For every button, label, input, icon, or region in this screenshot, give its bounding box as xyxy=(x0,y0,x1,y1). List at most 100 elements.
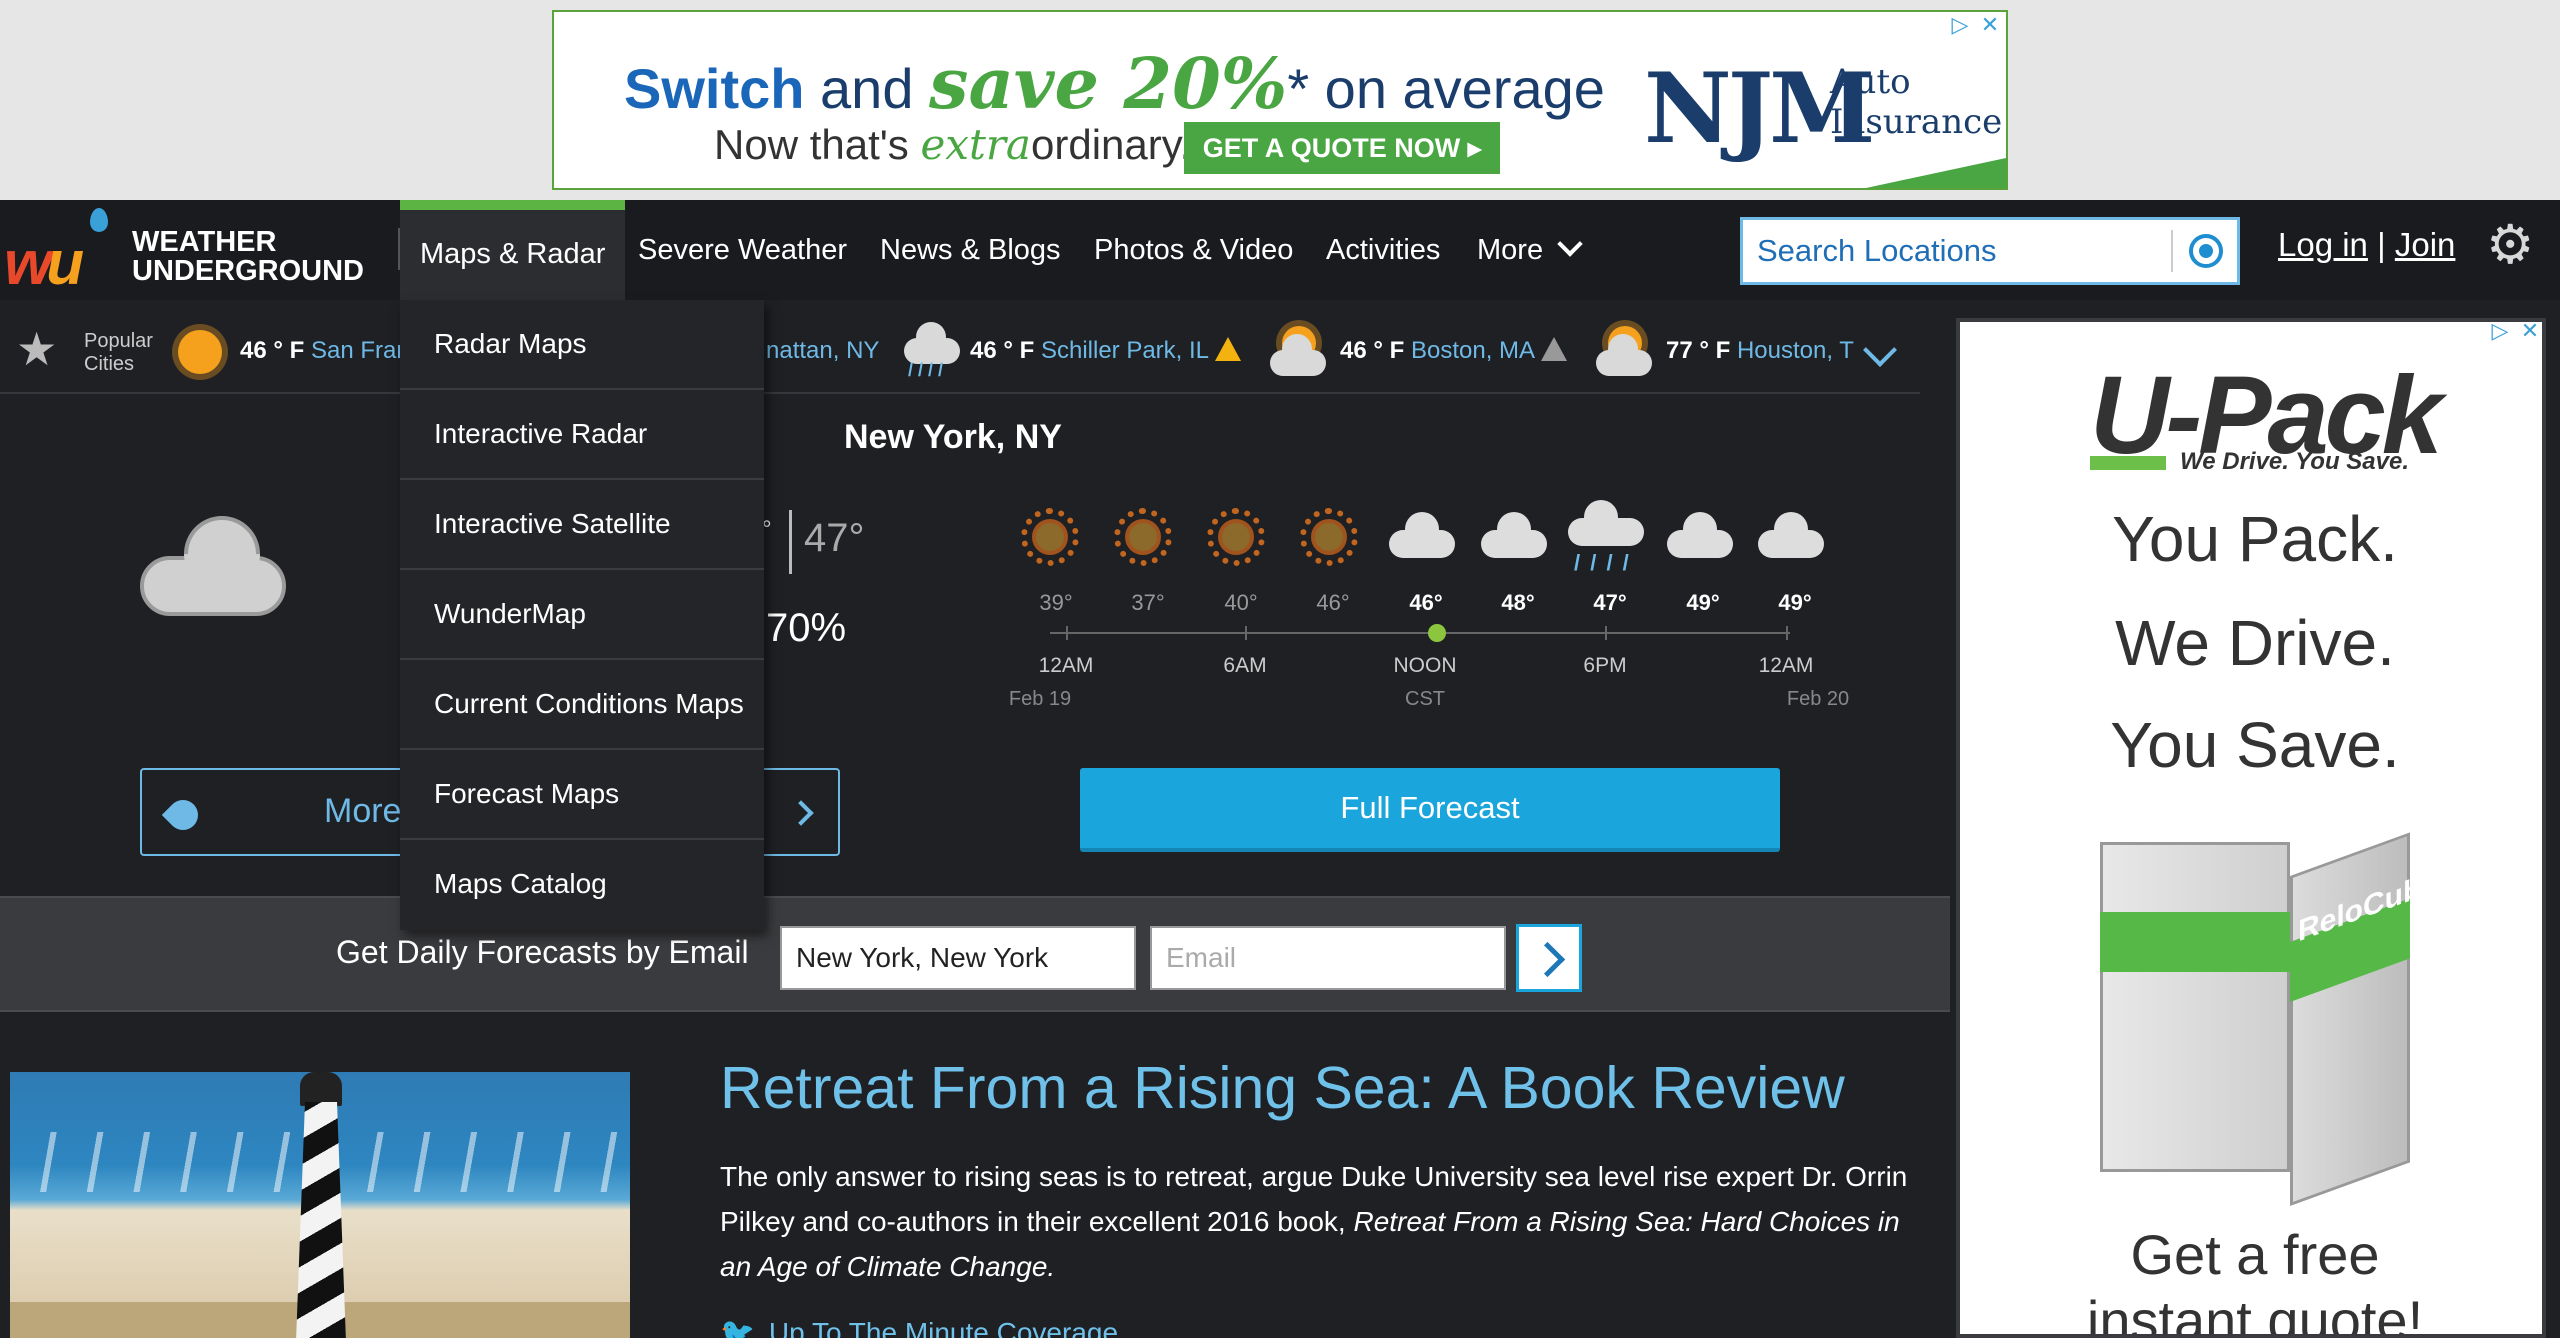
menu-item-maps-catalog[interactable]: Maps Catalog xyxy=(400,840,764,930)
hourly-rain-drops-icon: / / / / xyxy=(1574,550,1631,575)
hourly-sunny-icon xyxy=(1114,508,1172,566)
hourly-sunny-icon xyxy=(1021,508,1079,566)
partly-cloudy-cloud-icon-2 xyxy=(1596,334,1652,376)
relocube-image: ReloCube xyxy=(2100,802,2438,1206)
upack-line-3: You Save. xyxy=(2110,709,2400,781)
menu-item-interactive-radar[interactable]: Interactive Radar xyxy=(400,390,764,480)
city-schiller-park[interactable]: 46 ° F Schiller Park, IL xyxy=(970,336,1242,366)
nav-news-blogs[interactable]: News & Blogs xyxy=(880,200,1061,300)
menu-item-interactive-satellite[interactable]: Interactive Satellite xyxy=(400,480,764,570)
hourly-temp: 46° xyxy=(1409,590,1443,615)
hourly-time-label: 6PM xyxy=(1583,654,1627,677)
temp-divider xyxy=(789,510,792,574)
nav-more[interactable]: More xyxy=(1477,200,1583,300)
partly-cloudy-cloud-icon xyxy=(1270,334,1326,376)
cloudy-icon xyxy=(140,556,286,616)
timeline-tick xyxy=(1605,626,1607,640)
sunny-icon xyxy=(178,330,222,374)
hourly-sunny-icon xyxy=(1207,508,1265,566)
gear-icon[interactable]: ⚙ xyxy=(2486,218,2534,272)
hourly-temp: 47° xyxy=(1593,590,1627,615)
chevron-right-icon xyxy=(788,800,814,826)
ad-choices-icon[interactable]: ▷ xyxy=(2486,318,2514,344)
article-summary: The only answer to rising seas is to ret… xyxy=(720,1161,1908,1282)
hourly-temp: 37° xyxy=(1131,590,1165,615)
menu-item-current-conditions-maps[interactable]: Current Conditions Maps xyxy=(400,660,764,750)
search-divider xyxy=(2171,230,2173,272)
join-link[interactable]: Join xyxy=(2395,226,2456,263)
wu-logo-mark: wu xyxy=(4,229,84,298)
email-signup-bar: Get Daily Forecasts by Email xyxy=(0,896,1950,1012)
menu-item-forecast-maps[interactable]: Forecast Maps xyxy=(400,750,764,840)
chevron-down-icon xyxy=(1557,231,1583,257)
njm-logo-subtitle: Auto Insurance xyxy=(1830,62,2003,142)
upack-line-1: You Pack. xyxy=(2112,503,2398,575)
coverage-link[interactable]: 🐦 Up To The Minute Coverage xyxy=(720,1316,1118,1338)
droplet-icon xyxy=(161,793,205,837)
email-field[interactable] xyxy=(1150,926,1506,990)
twitter-bird-icon: 🐦 xyxy=(720,1317,755,1338)
wu-logo-text: WEATHER UNDERGROUND xyxy=(132,226,364,287)
upack-line-2: We Drive. xyxy=(2115,607,2395,679)
popular-cities-label: Popular Cities xyxy=(84,330,153,375)
maps-radar-dropdown: Radar Maps Interactive Radar Interactive… xyxy=(400,300,764,930)
lighthouse-top xyxy=(300,1072,342,1106)
hourly-temp: 48° xyxy=(1501,590,1535,615)
hourly-time-label: 12AM xyxy=(1758,654,1814,677)
hourly-tz-label: CST xyxy=(1405,688,1445,710)
search-input[interactable] xyxy=(1743,220,2173,282)
star-icon[interactable]: ★ xyxy=(16,326,57,372)
timeline-tick xyxy=(1786,626,1788,640)
timeline-tick xyxy=(1245,626,1247,640)
search-box xyxy=(1740,217,2240,285)
ad-corner-decoration xyxy=(1866,158,2006,188)
advisory-icon[interactable] xyxy=(1541,337,1568,361)
hourly-temp: 39° xyxy=(1039,590,1073,615)
wu-logo[interactable]: wu WEATHER UNDERGROUND xyxy=(4,208,364,298)
city-houston[interactable]: 77 ° F Houston, T xyxy=(1666,336,1860,366)
article-title[interactable]: Retreat From a Rising Sea: A Book Review xyxy=(720,1054,1845,1122)
hourly-time-label: 6AM xyxy=(1223,654,1267,677)
email-signup-label: Get Daily Forecasts by Email xyxy=(336,934,749,970)
ad-choices-icon[interactable]: ▷ xyxy=(1946,12,1974,38)
email-location-field[interactable] xyxy=(780,926,1136,990)
ad-close-icon[interactable]: ✕ xyxy=(1976,12,2004,38)
locate-me-icon[interactable] xyxy=(2189,234,2223,268)
more-conditions-label: More xyxy=(324,792,402,830)
nav-more-label: More xyxy=(1477,234,1544,266)
hourly-cloudy-icon xyxy=(1481,512,1547,558)
get-quote-button[interactable]: GET A QUOTE NOW ▸ xyxy=(1184,122,1500,174)
upack-logo-bar xyxy=(2090,456,2166,470)
hourly-temp: 46° xyxy=(1316,590,1350,615)
ad-headline: Switch and save 20%* on average xyxy=(624,42,1605,125)
rain-drops-icon: / / / / xyxy=(908,360,944,380)
upack-cta-1: Get a free xyxy=(2130,1223,2380,1286)
city-boston[interactable]: 46 ° F Boston, MA xyxy=(1340,336,1568,366)
hourly-sunny-icon xyxy=(1300,508,1358,566)
article-thumbnail[interactable] xyxy=(10,1072,630,1338)
auth-separator: | xyxy=(2367,226,2395,263)
upack-tagline: We Drive. You Save. xyxy=(2180,448,2409,475)
upack-cta-2: instant quote! xyxy=(2086,1289,2424,1338)
full-forecast-button[interactable]: Full Forecast xyxy=(1080,768,1780,852)
upack-ad[interactable]: U-Pack We Drive. You Save. You Pack. We … xyxy=(1956,318,2546,1338)
nav-maps-radar[interactable]: Maps & Radar xyxy=(400,200,626,300)
menu-item-wundermap[interactable]: WunderMap xyxy=(400,570,764,660)
nav-activities[interactable]: Activities xyxy=(1326,200,1440,300)
warning-icon[interactable] xyxy=(1215,337,1242,361)
hourly-temp: 49° xyxy=(1686,590,1720,615)
auth-links: Log in | Join xyxy=(2278,226,2455,264)
hourly-timeline xyxy=(1050,632,1790,634)
feels-like-temp: 47° xyxy=(804,516,865,560)
email-submit-button[interactable] xyxy=(1516,924,1582,992)
nav-photos-video[interactable]: Photos & Video xyxy=(1094,200,1293,300)
city-manhattan[interactable]: nattan, NY xyxy=(766,336,879,366)
menu-item-radar-maps[interactable]: Radar Maps xyxy=(400,300,764,390)
njm-ad-banner[interactable]: Switch and save 20%* on average Now that… xyxy=(552,10,2008,190)
ad-close-icon[interactable]: ✕ xyxy=(2516,318,2544,344)
city-san-francisco[interactable]: 46 ° F San Fran xyxy=(240,336,410,366)
nav-severe-weather[interactable]: Severe Weather xyxy=(638,200,847,300)
hourly-cloudy-icon xyxy=(1389,512,1455,558)
hourly-time-label: 12AM xyxy=(1038,654,1094,677)
login-link[interactable]: Log in xyxy=(2278,226,2368,263)
